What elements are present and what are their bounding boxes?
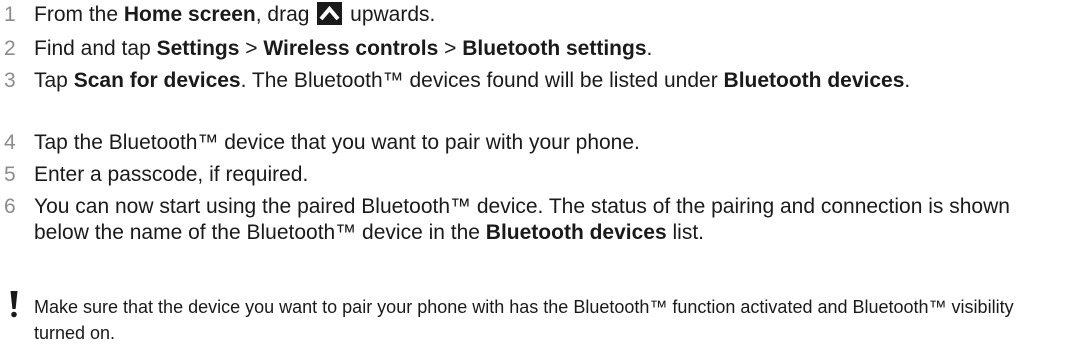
bluetooth-devices-term: Bluetooth devices bbox=[723, 69, 905, 92]
step-number: 1 bbox=[4, 3, 16, 26]
step-text-fragment: , drag bbox=[255, 3, 316, 26]
scan-for-devices-term: Scan for devices bbox=[73, 69, 241, 92]
step-text-fragment: Tap bbox=[34, 69, 74, 92]
bluetooth-settings-term: Bluetooth settings bbox=[462, 37, 647, 60]
step-text-fragment: . bbox=[646, 37, 653, 60]
step-text: Tap the Bluetooth™ device that you want … bbox=[34, 131, 640, 154]
step-text: You can now start using the paired Bluet… bbox=[34, 194, 1034, 246]
step-text: Enter a passcode, if required. bbox=[34, 163, 309, 186]
home-screen-term: Home screen bbox=[123, 3, 256, 26]
step-number: 6 bbox=[4, 195, 16, 218]
wireless-controls-term: Wireless controls bbox=[263, 37, 439, 60]
bluetooth-devices-term: Bluetooth devices bbox=[485, 221, 667, 244]
step-text: Find and tap Settings > Wireless control… bbox=[34, 36, 1034, 62]
step-number: 4 bbox=[4, 131, 16, 154]
step-text-fragment: upwards. bbox=[344, 3, 436, 26]
step-text: Tap Scan for devices. The Bluetooth™ dev… bbox=[34, 68, 1034, 94]
step-number: 3 bbox=[4, 69, 16, 92]
step-text: From the Home screen, drag upwards. bbox=[34, 2, 1034, 28]
exclamation-icon bbox=[8, 290, 20, 320]
step-text-fragment: . bbox=[904, 69, 911, 92]
step-number: 2 bbox=[4, 37, 16, 60]
note-text: Make sure that the device you want to pa… bbox=[34, 297, 1014, 343]
step-text-fragment: list. bbox=[666, 221, 705, 244]
step-text-fragment: Find and tap bbox=[34, 37, 157, 60]
step-text-fragment: > bbox=[239, 37, 264, 60]
step-number: 5 bbox=[4, 163, 16, 186]
step-text-fragment: . The Bluetooth™ devices found will be l… bbox=[240, 69, 724, 92]
chevron-up-icon bbox=[317, 2, 343, 25]
settings-term: Settings bbox=[156, 37, 240, 60]
step-text-fragment: From the bbox=[34, 3, 124, 26]
step-text-fragment: > bbox=[438, 37, 463, 60]
